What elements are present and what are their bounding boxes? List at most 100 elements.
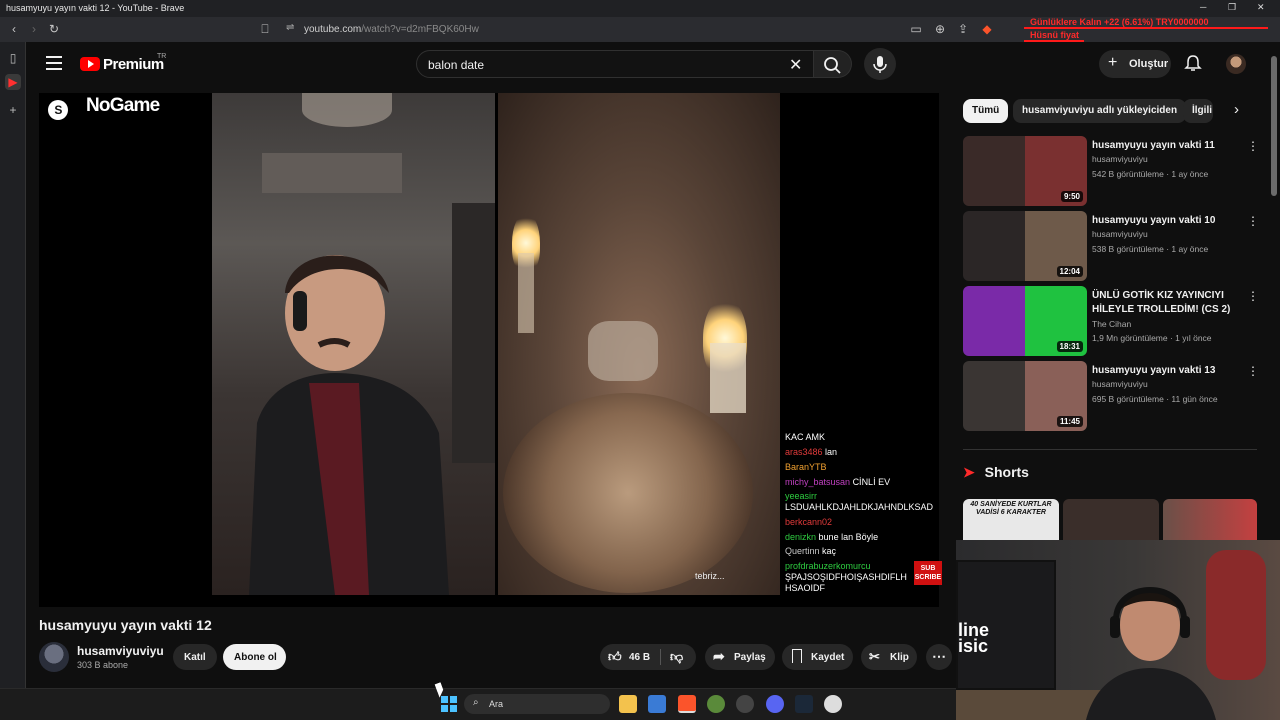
recommendation-title[interactable]: ÜNLÜ GOTİK KIZ YAYINCIYI HİLEYLE TROLLED… (1092, 289, 1232, 317)
restore-icon[interactable]: ❐ (1228, 2, 1236, 13)
video-thumbnail[interactable]: 11:45 (963, 361, 1087, 431)
sidebar-panel-icon[interactable]: ▯ (5, 50, 21, 66)
reload-icon[interactable]: ↻ (46, 21, 62, 37)
chip-related[interactable]: İlgili (1183, 99, 1213, 123)
window-title: husamyuyu yayın vakti 12 - YouTube - Bra… (6, 3, 185, 13)
clip-label: Klip (890, 652, 909, 663)
stream-camera-right (498, 93, 780, 595)
recommendation-channel[interactable]: The Cihan (1092, 319, 1131, 329)
account-avatar[interactable] (1226, 54, 1246, 74)
chips-next-icon[interactable]: › (1234, 101, 1239, 118)
shorts-label: Shorts (984, 464, 1029, 480)
voice-search-button[interactable] (864, 48, 896, 80)
ticker-line-2: Hüsnü fiyat (1030, 30, 1080, 40)
share-label: Paylaş (734, 652, 766, 663)
brave-taskbar-icon[interactable] (678, 695, 696, 713)
discord-icon[interactable] (766, 695, 784, 713)
like-icon[interactable]: 👍︎ (608, 649, 622, 665)
video-thumbnail[interactable]: 12:04 (963, 211, 1087, 281)
video-duration: 11:45 (1056, 416, 1083, 427)
taskbar-search[interactable]: ⌕ Ara (464, 694, 610, 714)
video-thumbnail[interactable]: 9:50 (963, 136, 1087, 206)
chat-user: michy_batsusan (785, 477, 851, 487)
site-info-icon[interactable]: ⇌ (286, 22, 294, 33)
chat-user: denizkn (785, 532, 817, 542)
video-title: husamyuyu yayın vakti 12 (39, 617, 212, 633)
recommendation-item[interactable]: 11:45 husamyuyu yayın vakti 13 husamviyu… (963, 361, 1263, 431)
search-button[interactable] (814, 50, 852, 78)
more-options-icon[interactable]: ⋮ (1247, 139, 1259, 153)
dislike-icon[interactable]: 👎︎ (670, 649, 683, 665)
more-options-icon[interactable]: ⋮ (1247, 214, 1259, 228)
youtube-tab-icon[interactable]: ▶ (5, 74, 21, 90)
search-icon (824, 57, 841, 74)
short-thumbnail[interactable] (1163, 499, 1257, 540)
video-player[interactable]: KAC AMK aras3486 lan BaranYTB michy_bats… (39, 93, 939, 607)
chat-user: BaranYTB (785, 462, 827, 472)
monitor: line isic (956, 560, 1056, 690)
join-button[interactable]: Katıl (173, 644, 217, 670)
close-window-icon[interactable]: ✕ (1257, 2, 1265, 13)
recommendation-channel[interactable]: husamviyuviyu (1092, 154, 1148, 164)
start-button[interactable] (440, 695, 458, 713)
more-options-icon[interactable]: ⋮ (1247, 289, 1259, 303)
chat-message: kaç (822, 546, 837, 556)
recommendation-item[interactable]: 12:04 husamyuyu yayın vakti 10 husamviyu… (963, 211, 1263, 281)
recommendation-meta: 538 B görüntüleme · 1 ay önce (1092, 244, 1209, 254)
channel-avatar[interactable] (39, 642, 69, 672)
app-icon[interactable] (824, 695, 842, 713)
like-dislike-group: 👍︎ 46 B 👎︎ (600, 644, 696, 670)
search-input[interactable]: balon date ✕ (416, 50, 814, 78)
chat-message: LSDUAHLKDJAHLDKJAHNDLKSAD (785, 502, 934, 512)
address-bar[interactable]: ⇌ youtube.com/watch?v=d2mFBQK60Hw (278, 20, 998, 39)
video-duration: 18:31 (1056, 341, 1083, 352)
app-icon[interactable] (736, 695, 754, 713)
video-thumbnail[interactable]: 18:31 (963, 286, 1087, 356)
more-actions-button[interactable]: ⋯ (926, 644, 952, 670)
taskbar-search-placeholder: Ara (489, 699, 504, 709)
sub-badge-line-2: SCRIBE (914, 574, 942, 581)
channel-name[interactable]: husamviyuviyu (77, 644, 164, 658)
more-icon: ⋯ (932, 648, 946, 664)
page-scrollbar[interactable] (1271, 56, 1277, 196)
forward-icon[interactable]: › (26, 21, 42, 37)
app-icon[interactable] (707, 695, 725, 713)
chat-user: Quertinn (785, 546, 820, 556)
recommendation-title[interactable]: husamyuyu yayın vakti 11 (1092, 139, 1232, 153)
clip-button[interactable]: ✂ Klip (861, 644, 917, 670)
chat-message: ŞPAJSOŞIDFHOIŞASHDIFLH (785, 572, 907, 582)
chat-message: CİNLİ EV (852, 477, 891, 487)
create-button[interactable]: + Oluştur (1099, 50, 1171, 78)
minimize-icon[interactable]: ─ (1200, 2, 1206, 12)
recommendation-item[interactable]: 18:31 ÜNLÜ GOTİK KIZ YAYINCIYI HİLEYLE T… (963, 286, 1263, 356)
short-thumbnail[interactable] (1063, 499, 1159, 540)
recommendation-channel[interactable]: husamviyuviyu (1092, 379, 1148, 389)
short-caption: 40 SANİYEDE KURTLAR VADİSİ 6 KARAKTER (970, 501, 1052, 516)
add-tab-icon[interactable]: + (5, 102, 21, 118)
recommendation-title[interactable]: husamyuyu yayın vakti 13 (1092, 364, 1232, 378)
short-thumbnail[interactable]: 40 SANİYEDE KURTLAR VADİSİ 6 KARAKTER (963, 499, 1059, 540)
recommendation-item[interactable]: 9:50 husamyuyu yayın vakti 11 husamviyuv… (963, 136, 1263, 206)
recommendation-channel[interactable]: husamviyuviyu (1092, 229, 1148, 239)
chat-message: lan (825, 447, 838, 457)
chip-from-uploader[interactable]: husamviyuviyu adlı yükleyiciden (1013, 99, 1187, 123)
steam-icon[interactable] (795, 695, 813, 713)
chip-all[interactable]: Tümü (963, 99, 1009, 123)
clear-search-icon[interactable]: ✕ (789, 55, 802, 75)
recommendation-title[interactable]: husamyuyu yayın vakti 10 (1092, 214, 1232, 228)
like-count[interactable]: 46 B (629, 652, 650, 663)
subscribe-button[interactable]: Abone ol (223, 644, 286, 670)
store-icon[interactable] (648, 695, 666, 713)
back-icon[interactable]: ‹ (6, 21, 22, 37)
bookmark-icon[interactable]: ⎕ (257, 21, 273, 37)
shorts-icon: ➤ (963, 464, 975, 480)
notifications-bell-icon[interactable] (1184, 54, 1202, 72)
menu-icon[interactable] (46, 56, 62, 70)
save-button[interactable]: Kaydet (782, 644, 853, 670)
more-options-icon[interactable]: ⋮ (1247, 364, 1259, 378)
share-button[interactable]: ➦ Paylaş (705, 644, 775, 670)
ticker-underline (1024, 27, 1268, 29)
chat-message: KAC AMK (785, 432, 826, 442)
brand-label: Premium (103, 56, 164, 73)
file-explorer-icon[interactable] (619, 695, 637, 713)
